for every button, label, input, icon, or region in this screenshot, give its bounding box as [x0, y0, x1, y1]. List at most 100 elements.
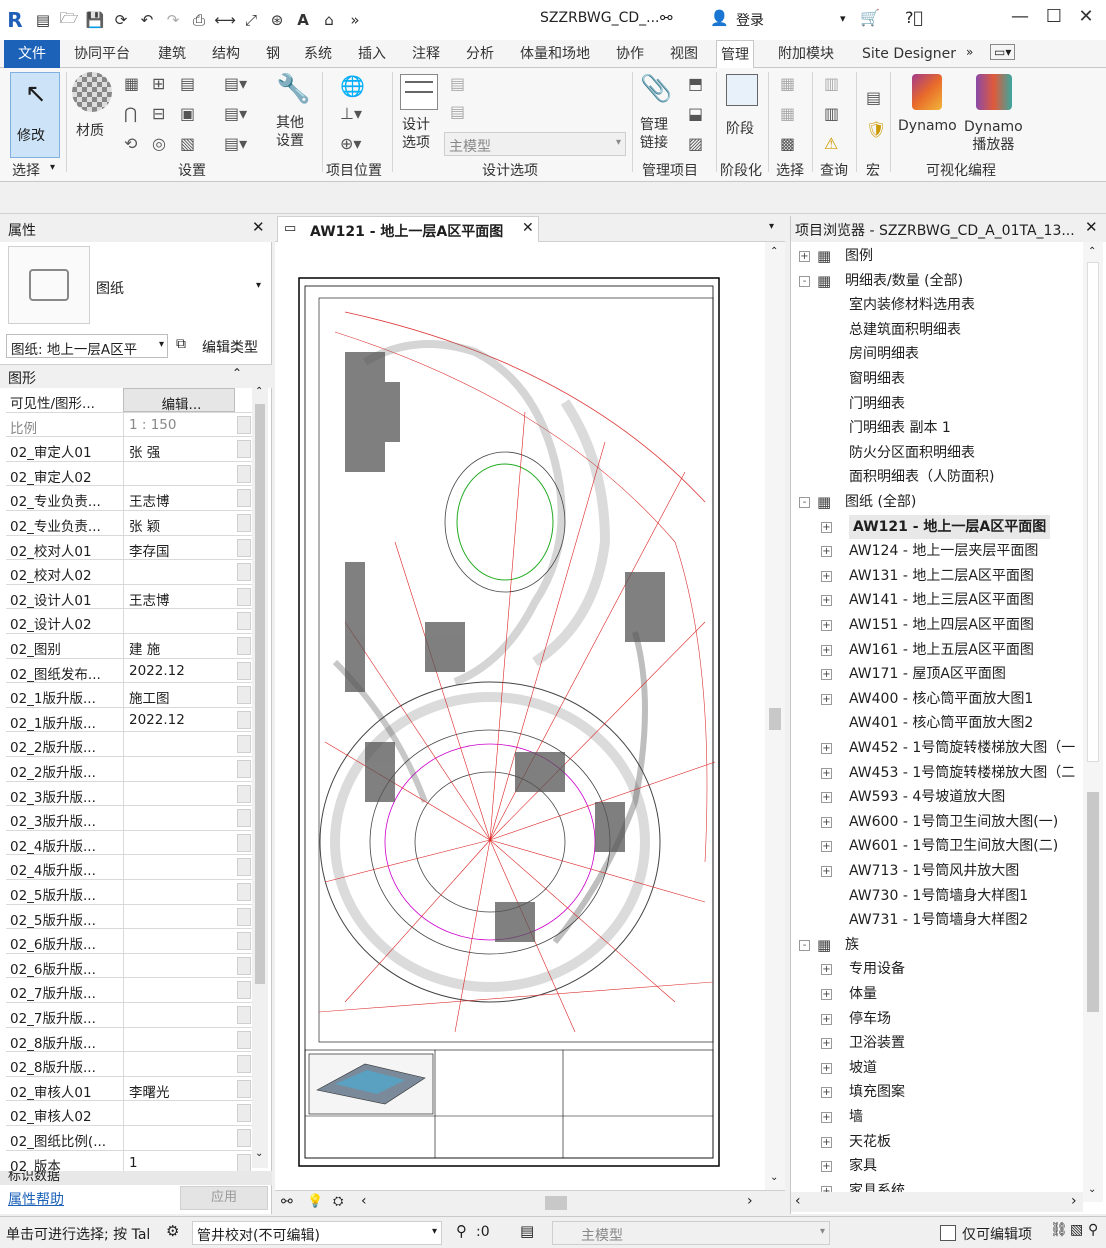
close-icon[interactable]: ✕	[522, 220, 534, 236]
cart-icon[interactable]: 🛒	[860, 8, 880, 27]
material-button[interactable]: 材质	[76, 120, 104, 140]
scroll-right-icon[interactable]: ›	[1071, 1193, 1077, 1209]
expand-icon[interactable]: +	[821, 669, 832, 681]
expand-icon[interactable]: +	[821, 620, 832, 631]
property-row[interactable]: 02_7版升版...	[6, 1003, 252, 1028]
edit-type-button[interactable]: ⧉ 编辑类型	[174, 334, 264, 358]
browser-item[interactable]: + AW400 - 核心筒平面放大图1	[791, 687, 1083, 712]
property-row[interactable]: 02_审核人02	[6, 1101, 252, 1126]
browser-item[interactable]: + AW171 - 屋顶A区平面图	[791, 662, 1083, 687]
property-value[interactable]	[123, 830, 235, 855]
property-value[interactable]: 张 颖	[123, 511, 235, 535]
coordinates-icon[interactable]: ⊥▾	[340, 104, 362, 123]
property-row[interactable]: 比例 1 : 150	[6, 412, 252, 438]
edit-selection-icon[interactable]: ▩	[780, 134, 795, 153]
browser-item[interactable]: + AW151 - 地上四层A区平面图	[791, 613, 1083, 638]
close-icon[interactable]: ✕	[1085, 218, 1098, 236]
project-units-icon[interactable]: ▧	[180, 134, 195, 153]
sync-icon[interactable]: ⟳	[108, 11, 134, 29]
select-underlay-icon[interactable]: ▧	[1070, 1222, 1083, 1238]
expand-icon[interactable]: +	[821, 1087, 832, 1099]
tab-file[interactable]: 文件	[4, 40, 60, 68]
scroll-right-icon[interactable]: ›	[747, 1193, 753, 1209]
browser-item[interactable]: + ▦ 图例	[791, 244, 1083, 269]
tab-overflow-icon[interactable]: »	[966, 45, 973, 59]
chevron-down-icon[interactable]: ▾	[50, 162, 55, 173]
property-value[interactable]	[123, 732, 235, 757]
panel-schedule-icon[interactable]: ▤▾	[224, 134, 247, 153]
browser-item[interactable]: 防火分区面积明细表	[791, 441, 1083, 466]
property-row[interactable]: 02_7版升版...	[6, 978, 252, 1003]
property-value[interactable]: 2022.12	[123, 707, 235, 732]
property-value[interactable]	[123, 806, 235, 831]
design-options-button[interactable]: 设计 选项	[402, 116, 430, 152]
property-value[interactable]: 编辑...	[123, 388, 235, 413]
filter-icon[interactable]: ⚲	[456, 1222, 467, 1240]
group-settings[interactable]: 设置	[178, 160, 206, 180]
browser-item[interactable]: + AW131 - 地上二层A区平面图	[791, 564, 1083, 589]
expand-icon[interactable]: +	[821, 816, 832, 828]
shared-params-icon[interactable]: ⊟	[152, 104, 165, 123]
measure-icon[interactable]: ⟷	[212, 11, 238, 29]
property-row[interactable]: 02_4版升版...	[6, 855, 252, 880]
scroll-left-icon[interactable]: ‹	[361, 1193, 367, 1209]
browser-item[interactable]: 室内装修材料选用表	[791, 293, 1083, 318]
manage-links-button[interactable]: 管理 链接	[640, 116, 668, 152]
property-row[interactable]: 02_专业负责... 张 颖	[6, 511, 252, 536]
add-to-set-icon[interactable]: ▤	[450, 74, 465, 93]
scroll-thumb[interactable]	[1087, 792, 1099, 1012]
property-value[interactable]	[123, 978, 235, 1003]
scroll-thumb[interactable]	[769, 708, 781, 730]
tab-architecture[interactable]: 建筑	[154, 40, 190, 68]
browser-item[interactable]: + 体量	[791, 982, 1083, 1007]
section-identity[interactable]: 标识数据	[8, 1171, 60, 1184]
tab-collaborate[interactable]: 协作	[612, 40, 648, 68]
view-vscroll[interactable]: ⌃ ⌄	[765, 242, 785, 1190]
object-styles-icon[interactable]: ▦	[124, 74, 139, 93]
browser-hscroll[interactable]: ‹ ›	[791, 1192, 1083, 1212]
collapse-icon[interactable]: -	[799, 497, 810, 508]
property-value[interactable]	[123, 953, 235, 978]
main-model-dropdown[interactable]: 主模型 ▾	[444, 132, 626, 156]
browser-item[interactable]: + 停车场	[791, 1007, 1083, 1032]
browser-item[interactable]: - ▦ 明细表/数量 (全部)	[791, 269, 1083, 294]
home-icon[interactable]: ▤	[30, 11, 56, 29]
tab-insert[interactable]: 插入	[354, 40, 390, 68]
tab-systems[interactable]: 系统	[300, 40, 336, 68]
property-value[interactable]	[123, 781, 235, 806]
browser-item[interactable]: + 填充图案	[791, 1080, 1083, 1105]
binoculars-icon[interactable]: ⚯	[660, 9, 673, 27]
browser-item[interactable]: 总建筑面积明细表	[791, 318, 1083, 343]
filter-select-icon[interactable]: ⚲	[1088, 1222, 1098, 1238]
property-row[interactable]: 02_8版升版...	[6, 1052, 252, 1077]
pick-to-edit-icon[interactable]: ▤	[450, 102, 465, 121]
browser-item[interactable]: + 家具	[791, 1154, 1083, 1179]
property-value[interactable]: 张 强	[123, 437, 235, 462]
property-row[interactable]: 02_3版升版...	[6, 806, 252, 831]
tab-steel[interactable]: 钢	[262, 40, 284, 68]
panel-toggle-icon[interactable]: ▭▾	[990, 44, 1016, 60]
browser-item[interactable]: + AW124 - 地上一层夹层平面图	[791, 539, 1083, 564]
property-row[interactable]: 02_设计人01 王志博	[6, 584, 252, 610]
browser-item[interactable]: + AW141 - 地上三层A区平面图	[791, 588, 1083, 613]
property-row[interactable]: 02_审定人02	[6, 461, 252, 487]
properties-scrollbar[interactable]: ⌃ ⌄	[252, 386, 268, 1168]
browser-item[interactable]: - ▦ 图纸 (全部)	[791, 490, 1083, 515]
crop-icon[interactable]: ⛭	[333, 1194, 343, 1209]
browser-item[interactable]: 窗明细表	[791, 367, 1083, 392]
chevron-down-icon[interactable]: ▾	[256, 280, 261, 291]
property-value[interactable]	[123, 929, 235, 954]
scroll-up-icon[interactable]: ⌃	[1088, 246, 1096, 257]
property-value[interactable]: 建 施	[123, 634, 235, 658]
browser-item[interactable]: 门明细表	[791, 392, 1083, 417]
property-value[interactable]	[123, 855, 235, 880]
property-value[interactable]	[123, 904, 235, 929]
hscroll-thumb[interactable]	[545, 1196, 567, 1210]
undo-icon[interactable]: ↶	[134, 11, 160, 29]
property-row[interactable]: 02_6版升版...	[6, 953, 252, 979]
browser-item[interactable]: AW730 - 1号筒墙身大样图1	[791, 884, 1083, 909]
property-row[interactable]: 02_5版升版...	[6, 904, 252, 930]
scroll-down-icon[interactable]: ⌄	[770, 1172, 778, 1183]
tab-list-icon[interactable]: ▾	[769, 221, 774, 232]
close-button[interactable]: ✕	[1066, 6, 1106, 27]
